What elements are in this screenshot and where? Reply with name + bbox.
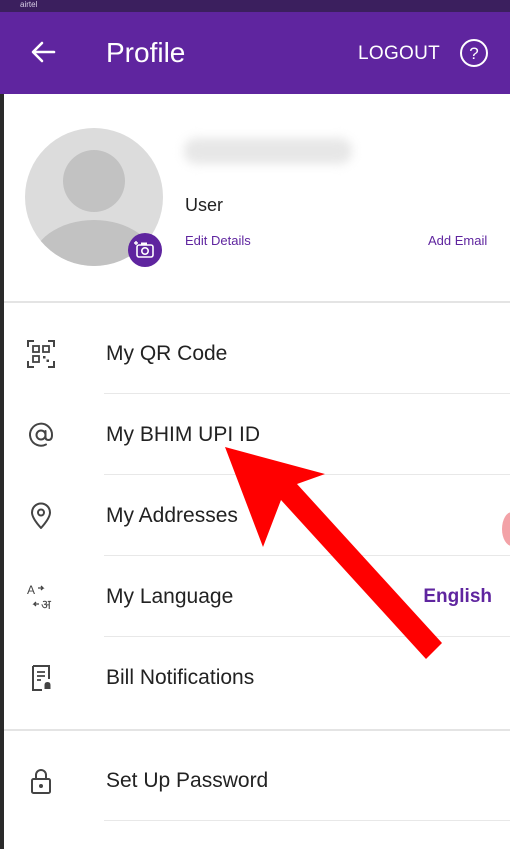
menu-item-set-password[interactable]: Set Up Password [4, 741, 510, 821]
edit-details-link[interactable]: Edit Details [185, 233, 251, 249]
row-divider [104, 474, 510, 475]
menu-item-label: My QR Code [106, 342, 228, 365]
menu-item-addresses[interactable]: My Addresses [4, 476, 510, 556]
logout-button[interactable]: LOGOUT [358, 42, 440, 66]
avatar-head [63, 150, 125, 212]
section-divider [4, 301, 510, 303]
qr-code-icon [27, 340, 55, 368]
menu-item-upi-id[interactable]: My BHIM UPI ID [4, 395, 510, 475]
carrier-label: airtel [20, 0, 38, 9]
user-name: User [185, 195, 224, 215]
profile-section: User Edit Details Add Email [4, 94, 510, 302]
arrow-left-icon[interactable] [30, 39, 56, 65]
language-icon: A अ [27, 583, 52, 612]
menu-item-label: My Addresses [106, 504, 238, 527]
status-bar: airtel [0, 0, 510, 12]
svg-text:अ: अ [41, 598, 52, 612]
menu-item-label: My BHIM UPI ID [106, 423, 261, 446]
selected-language: English [423, 586, 492, 607]
row-divider [104, 636, 510, 637]
row-divider [104, 393, 510, 394]
location-pin-icon [31, 502, 51, 529]
camera-icon [134, 241, 154, 258]
change-photo-button[interactable] [128, 233, 162, 267]
svg-text:?: ? [469, 44, 478, 63]
svg-text:A: A [27, 583, 35, 597]
add-email-link[interactable]: Add Email [428, 233, 487, 249]
menu-item-label: My Language [106, 585, 234, 608]
lock-icon [31, 769, 51, 794]
section-divider [4, 729, 510, 731]
row-divider [104, 555, 510, 556]
help-circle-icon[interactable]: ? [459, 38, 489, 68]
menu-item-label: Set Up Password [106, 769, 269, 792]
row-divider [104, 820, 510, 821]
blurred-phone-number [184, 138, 352, 164]
app-bar: Profile LOGOUT ? [0, 12, 510, 94]
menu-item-label: Bill Notifications [106, 666, 255, 689]
menu-item-qr-code[interactable]: My QR Code [4, 314, 510, 394]
menu-item-bill-notifications[interactable]: Bill Notifications [4, 638, 510, 718]
bill-notification-icon [32, 665, 52, 691]
page-title: Profile [106, 37, 186, 68]
menu-item-language[interactable]: A अ My Language English [4, 557, 510, 637]
at-sign-icon [29, 422, 54, 447]
